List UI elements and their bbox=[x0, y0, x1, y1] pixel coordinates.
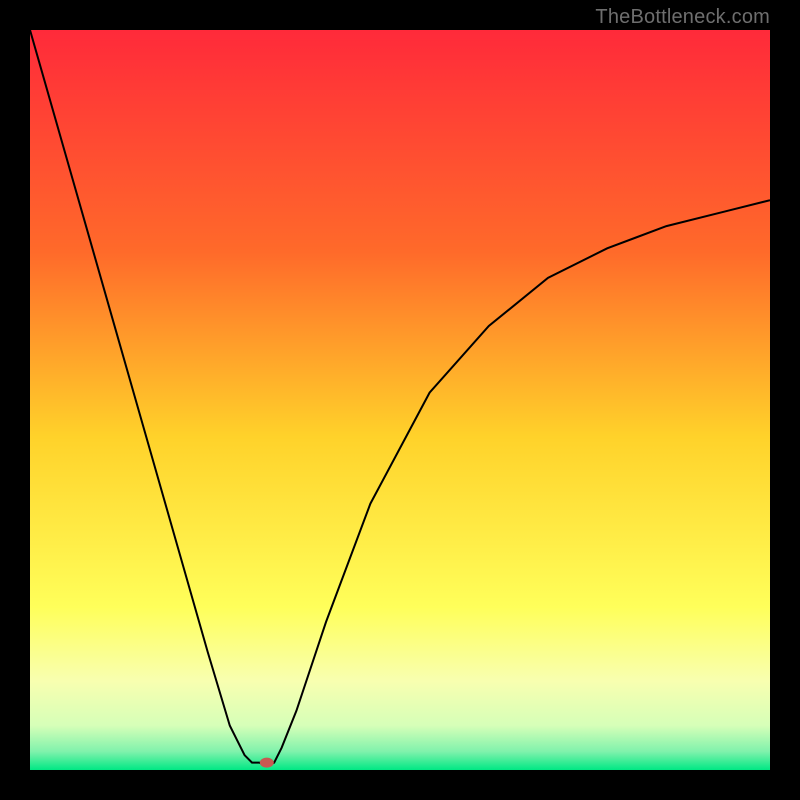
marker-dot bbox=[260, 758, 274, 768]
chart-plot bbox=[30, 30, 770, 770]
chart-background bbox=[30, 30, 770, 770]
watermark-text: TheBottleneck.com bbox=[595, 6, 770, 29]
